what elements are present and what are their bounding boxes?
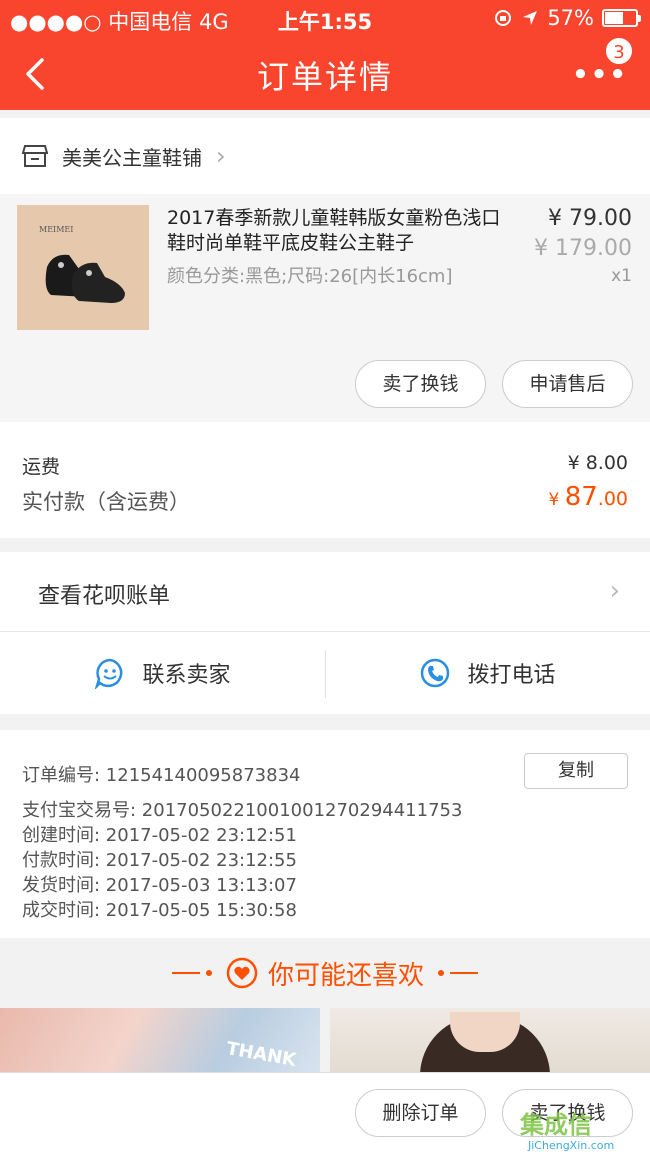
call-phone-button[interactable]: 拨打电话 <box>325 632 650 714</box>
order-info: 订单编号: 12154140095873834 复制 支付宝交易号: 20170… <box>0 730 650 938</box>
apply-aftersale-button[interactable]: 申请售后 <box>502 360 633 408</box>
watermark: 集成信 JiChengXin.com <box>520 1105 640 1153</box>
contact-seller-button[interactable]: 联系卖家 <box>0 632 325 714</box>
shipping-label: 运费 <box>22 456 61 478</box>
battery-icon <box>602 9 641 27</box>
copy-button[interactable]: 复制 <box>524 753 628 789</box>
product-image[interactable]: MEIMEI <box>17 205 149 330</box>
recommend-header: 你可能还喜欢 <box>0 938 650 1008</box>
product-spec: 颜色分类:黑色;尺码:26[内长16cm] <box>167 266 453 287</box>
decor-line <box>171 972 200 974</box>
created-time: 创建时间: 2017-05-02 23:12:51 <box>22 825 297 846</box>
phone-icon <box>421 658 450 688</box>
shoe-illustration <box>45 254 125 303</box>
shop-row[interactable]: 美美公主童鞋铺 › <box>0 118 650 194</box>
store-icon <box>22 145 48 167</box>
watermark-logo: 集成信 <box>520 1111 592 1139</box>
alipay-trade-number: 支付宝交易号: 2017050221001001270294411753 <box>22 800 463 821</box>
paid-integer: 87 <box>564 482 598 512</box>
page-title: 订单详情 <box>256 58 393 96</box>
shop-name: 美美公主童鞋铺 <box>62 145 202 170</box>
chevron-right-icon: › <box>609 576 620 606</box>
battery-percent: 57% <box>547 6 594 30</box>
notification-badge: 3 <box>604 36 634 66</box>
product-title[interactable]: 2017春季新款儿童鞋韩版女童粉色浅口鞋时尚单鞋平底皮鞋公主鞋子 <box>167 206 517 256</box>
huabei-bill-row[interactable]: 查看花呗账单 › <box>0 552 650 632</box>
contact-seller-label: 联系卖家 <box>142 663 231 688</box>
recommend-title: 你可能还喜欢 <box>267 960 424 991</box>
photo-card-text: THANK <box>224 1038 298 1071</box>
product-quantity: x1 <box>611 266 632 286</box>
sell-for-cash-button[interactable]: 卖了换钱 <box>355 360 486 408</box>
contact-row: 联系卖家 拨打电话 <box>0 632 650 714</box>
chat-bubble-icon <box>95 658 123 689</box>
shipping-value: ¥ 8.00 <box>567 452 628 474</box>
watermark-url: JiChengXin.com <box>528 1139 615 1152</box>
order-number: 订单编号: 12154140095873834 <box>22 765 301 786</box>
paid-amount: ¥ 87.00 <box>548 482 628 512</box>
rotation-lock-icon <box>495 10 512 26</box>
recommend-item-image[interactable] <box>330 1008 650 1072</box>
status-right: 57% <box>493 6 641 30</box>
decor-dot <box>438 970 444 976</box>
shipped-time: 发货时间: 2017-05-03 13:13:07 <box>22 875 297 896</box>
heart-icon <box>226 957 258 989</box>
recommend-item-image[interactable]: THANK <box>0 1008 320 1072</box>
decor-dot <box>205 970 212 976</box>
paid-decimal: .00 <box>597 488 628 510</box>
fee-summary: 运费 ¥ 8.00 实付款（含运费） ¥ 87.00 <box>0 422 650 538</box>
order-item[interactable]: MEIMEI 2017春季新款儿童鞋韩版女童粉色浅口鞋时尚单鞋平底皮鞋公主鞋子 … <box>0 194 650 422</box>
delete-order-button[interactable]: 删除订单 <box>355 1089 486 1137</box>
paid-label: 实付款（含运费） <box>22 490 190 514</box>
paid-time: 付款时间: 2017-05-02 23:12:55 <box>22 850 297 871</box>
status-bar: ●●●●○ 中国电信 4G 上午1:55 57% <box>0 0 650 36</box>
huabei-label: 查看花呗账单 <box>38 584 171 609</box>
paid-currency: ¥ <box>548 490 565 510</box>
top-bar: ●●●●○ 中国电信 4G 上午1:55 57% 订单详情 ••• 3 <box>0 0 650 110</box>
recommend-grid: THANK <box>0 1008 650 1072</box>
completed-time: 成交时间: 2017-05-05 15:30:58 <box>22 900 297 921</box>
product-price: ¥ 79.00 <box>548 206 632 231</box>
chevron-right-icon: › <box>216 142 226 170</box>
location-arrow-icon <box>523 11 538 25</box>
product-original-price: ¥ 179.00 <box>534 236 632 261</box>
decor-line <box>450 972 478 974</box>
call-phone-label: 拨打电话 <box>467 663 556 688</box>
